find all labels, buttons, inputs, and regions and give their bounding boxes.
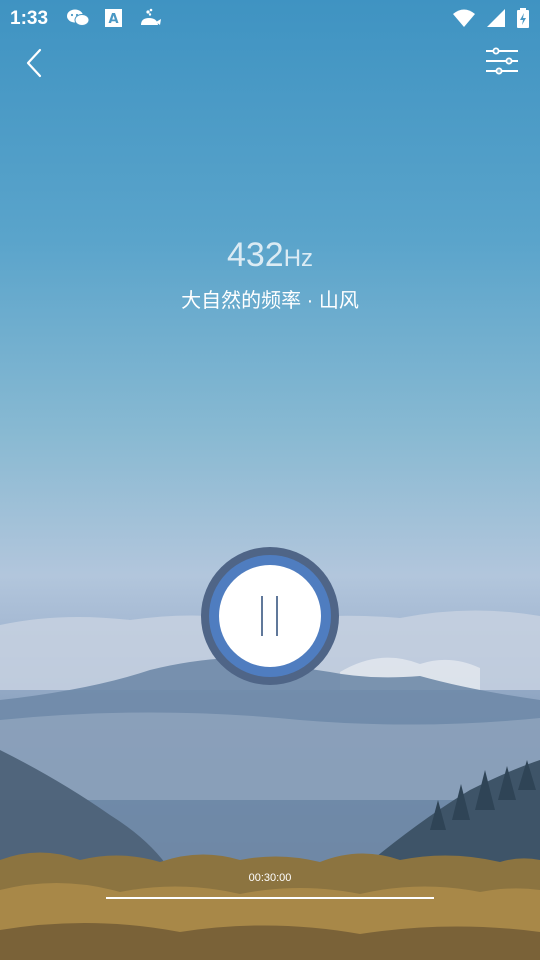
wifi-icon bbox=[453, 9, 475, 27]
wechat-icon bbox=[67, 9, 90, 26]
signal-icon bbox=[487, 9, 505, 27]
track-title: 大自然的频率 · 山风 bbox=[181, 290, 359, 312]
frequency-label: 432Hz bbox=[0, 236, 540, 275]
notification-icons: A bbox=[66, 7, 162, 29]
whale-icon bbox=[141, 8, 161, 25]
status-time: 1:33 bbox=[10, 8, 49, 29]
mountain-background bbox=[0, 0, 540, 960]
back-button[interactable] bbox=[20, 46, 52, 80]
system-icons bbox=[452, 7, 530, 29]
pause-icon bbox=[201, 547, 339, 685]
pause-button[interactable] bbox=[200, 546, 340, 686]
settings-button[interactable] bbox=[484, 46, 520, 78]
progress-bar[interactable] bbox=[106, 897, 434, 899]
progress-fill bbox=[106, 897, 434, 899]
frequency-unit: Hz bbox=[283, 245, 314, 272]
sliders-icon bbox=[486, 47, 518, 75]
back-chevron-icon bbox=[26, 48, 42, 78]
font-a-icon: A bbox=[105, 9, 122, 27]
svg-text:A: A bbox=[108, 12, 118, 27]
timer-text: 00:30:00 bbox=[248, 872, 292, 884]
landscape-illustration bbox=[0, 610, 540, 960]
battery-icon bbox=[517, 8, 529, 28]
frequency-value: 432 bbox=[226, 236, 284, 274]
status-bar: 1:33 A bbox=[0, 0, 540, 36]
